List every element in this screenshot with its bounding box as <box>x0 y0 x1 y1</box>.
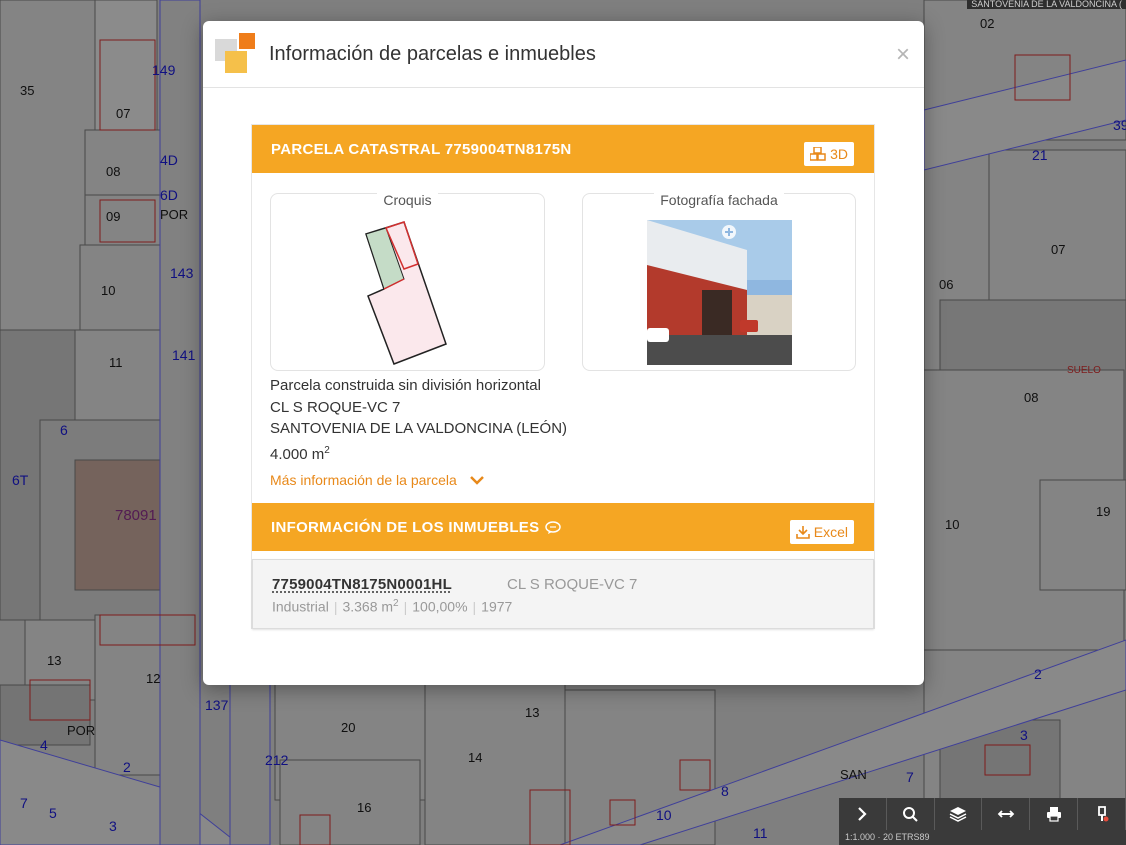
layers-icon[interactable] <box>934 798 983 830</box>
parcel-surface: 4.000 m2 <box>270 444 330 463</box>
croquis-card[interactable]: Croquis <box>270 192 545 371</box>
inmueble-attributes: Industrial | 3.368 m2 | 100,00% | 1977 <box>272 598 513 615</box>
catastro-logo-icon <box>215 33 255 75</box>
measure-icon[interactable] <box>982 798 1031 830</box>
parcel-panel: PARCELA CATASTRAL 7759004TN8175N 3D Croq… <box>251 124 875 629</box>
export-excel-button[interactable]: Excel <box>789 520 854 544</box>
inmueble-item[interactable]: 7759004TN8175N0001HL CL S ROQUE-VC 7 Ind… <box>252 559 874 629</box>
croquis-title: Croquis <box>271 192 544 208</box>
view-3d-button[interactable]: 3D <box>804 142 854 166</box>
map-location-label: SANTOVENIA DE LA VALDONCINA ( <box>967 0 1126 9</box>
parcel-info-modal: Información de parcelas e inmuebles × PA… <box>203 21 924 685</box>
parcel-description: Parcela construida sin división horizont… <box>270 377 541 394</box>
parcel-sketch <box>365 221 447 365</box>
map-toolbar <box>839 798 1126 830</box>
map-scale: 1:1.000 · 20 ETRS89 <box>839 830 1126 845</box>
more-parcel-info-link[interactable]: Más información de la parcela <box>270 472 485 488</box>
facade-photo-card[interactable]: Fotografía fachada <box>582 192 856 371</box>
inmueble-address: CL S ROQUE-VC 7 <box>507 576 638 593</box>
inmuebles-title: INFORMACIÓN DE LOS INMUEBLES <box>271 519 562 536</box>
modal-header: Información de parcelas e inmuebles × <box>203 21 924 88</box>
comment-icon <box>545 520 562 534</box>
excel-label: Excel <box>813 524 848 540</box>
chevron-right-icon[interactable] <box>839 798 887 830</box>
chevron-down-icon <box>469 476 484 485</box>
search-icon[interactable] <box>886 798 935 830</box>
parcel-address: CL S ROQUE-VC 7 <box>270 398 401 416</box>
print-icon[interactable] <box>1030 798 1079 830</box>
parcel-reference-title: PARCELA CATASTRAL 7759004TN8175N <box>271 141 572 158</box>
inmueble-surface: 3.368 m <box>342 598 394 615</box>
facade-photo-title: Fotografía fachada <box>583 192 855 208</box>
view-3d-label: 3D <box>830 146 848 162</box>
pin-icon[interactable] <box>1078 798 1126 830</box>
more-info-label: Más información de la parcela <box>270 472 457 488</box>
inmueble-reference-link[interactable]: 7759004TN8175N0001HL <box>272 576 452 593</box>
modal-title: Información de parcelas e inmuebles <box>269 43 596 65</box>
inmueble-share: 100,00% <box>412 598 468 615</box>
facade-photo[interactable] <box>647 220 792 365</box>
parcel-municipality: SANTOVENIA DE LA VALDONCINA (LEÓN) <box>270 420 568 437</box>
close-icon[interactable]: × <box>896 43 910 67</box>
parcel-details: Parcela construida sin división horizont… <box>270 375 567 465</box>
cubes-icon <box>810 147 826 161</box>
inmueble-year: 1977 <box>481 598 513 615</box>
inmueble-use: Industrial <box>272 598 329 615</box>
inmuebles-panel-header: INFORMACIÓN DE LOS INMUEBLES Excel <box>252 503 874 551</box>
parcel-panel-header: PARCELA CATASTRAL 7759004TN8175N 3D <box>252 125 874 173</box>
download-icon <box>795 526 810 539</box>
